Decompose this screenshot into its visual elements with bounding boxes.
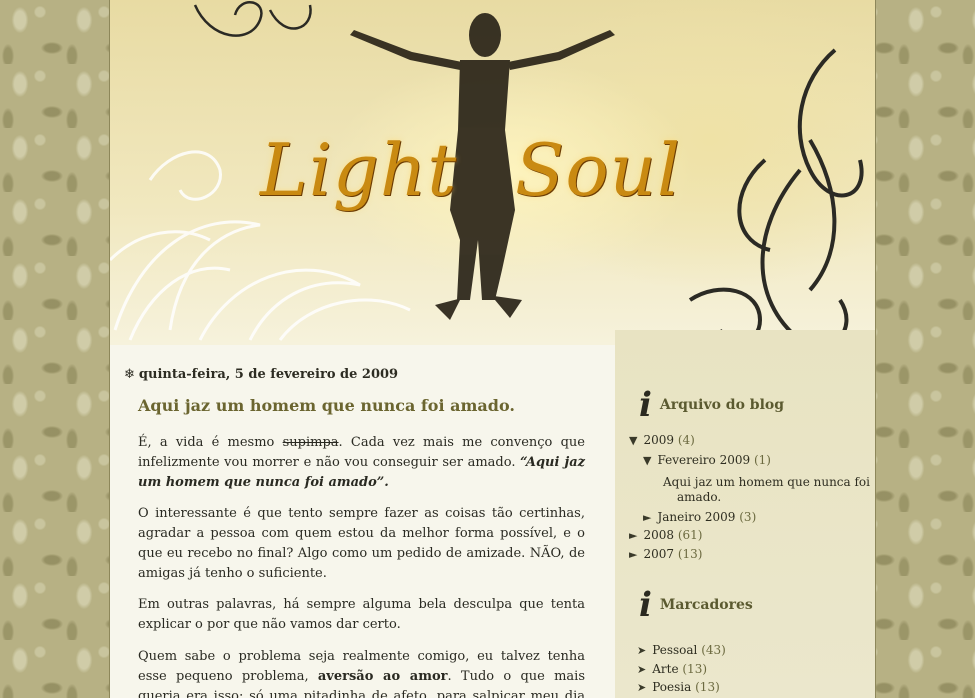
blog-title-light[interactable]: Light [260,128,457,212]
archive-year-2007[interactable]: ► 2007 (13) [629,547,702,561]
label-item[interactable]: ➤ Poesia (13) [637,680,720,694]
archive-year-2009[interactable]: ▼ 2009 (4) [629,433,695,447]
blog-page: Light Soul i Arquivo do blog ▼ 2009 (4) ▼… [109,0,876,698]
header-artwork [110,1,864,345]
archive-widget-title: Arquivo do blog [659,397,785,413]
archive-post-link[interactable]: Aqui jaz um homem que nunca foi [663,475,870,489]
archive-year-2008[interactable]: ► 2008 (61) [629,528,702,542]
post-paragraph-1: É, a vida é mesmo supimpa. Cada vez mais… [138,435,586,490]
labels-widget-title: Marcadores [659,597,753,613]
blog-post: ❄ quinta-feira, 5 de fevereiro de 2009 Aq… [110,345,615,698]
post-paragraph-2: O interessante é que tento sempre fazer … [138,506,585,581]
post-paragraph-4: Quem sabe o problema seja realmente comi… [138,649,585,698]
archive-month-feb-2009[interactable]: ▼ Fevereiro 2009 (1) [643,453,771,467]
triangle-down-icon[interactable]: ▼ [643,454,651,467]
info-icon: i [639,585,652,625]
blog-header[interactable]: Light Soul [110,0,875,345]
label-item[interactable]: ➤ Pessoal (43) [637,643,726,657]
blog-title-soul[interactable]: Soul [515,128,681,212]
triangle-right-icon[interactable]: ► [643,511,651,524]
triangle-down-icon[interactable]: ▼ [629,434,637,447]
strikethrough-word: supimpa [282,435,339,450]
post-date: ❄ quinta-feira, 5 de fevereiro de 2009 [124,367,398,382]
sidebar: i Arquivo do blog ▼ 2009 (4) ▼ Fevereiro 2… [615,330,875,698]
label-item[interactable]: ➤ Arte (13) [637,662,707,676]
post-date-text: quinta-feira, 5 de fevereiro de 2009 [138,367,399,382]
arrow-right-icon: ➤ [637,663,647,676]
triangle-right-icon[interactable]: ► [629,548,637,561]
snowflake-icon: ❄ [124,367,135,382]
post-paragraph-3: Em outras palavras, há sempre alguma bel… [138,597,585,632]
archive-post-link-continued[interactable]: amado. [677,490,721,504]
labels-widget-header: i Marcadores [639,588,753,622]
archive-widget-header: i Arquivo do blog [639,388,784,422]
archive-month-jan-2009[interactable]: ► Janeiro 2009 (3) [643,510,756,524]
arrow-right-icon: ➤ [637,644,647,657]
post-title[interactable]: Aqui jaz um homem que nunca foi amado. [138,396,515,415]
info-icon: i [639,385,652,425]
triangle-right-icon[interactable]: ► [629,529,637,542]
arrow-right-icon: ➤ [637,681,647,694]
bold-emphasis: aversão ao amor [317,669,448,684]
